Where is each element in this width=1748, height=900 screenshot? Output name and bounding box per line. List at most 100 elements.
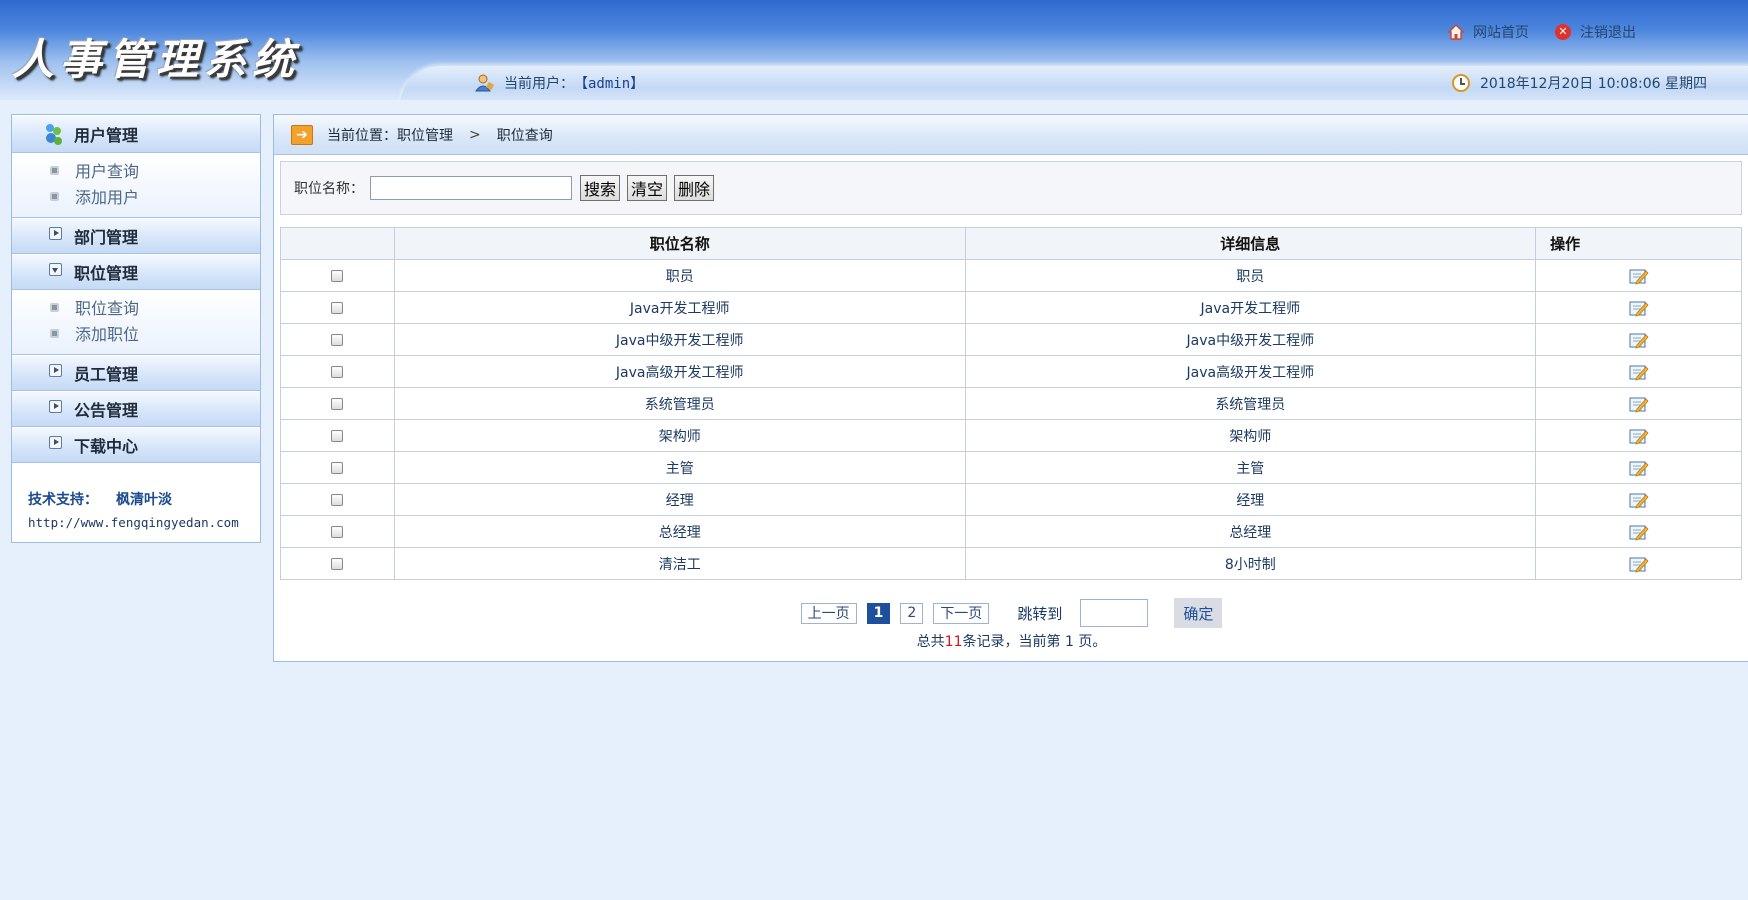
edit-icon[interactable] [1629,395,1649,413]
row-checkbox[interactable] [331,269,344,282]
table-row: 经理 经理 [280,483,1742,516]
edit-icon[interactable] [1629,459,1649,477]
position-name-cell: 主管 [393,451,966,484]
row-checkbox[interactable] [331,301,344,314]
sidebar-menu-downloads[interactable]: 下载中心 [12,427,260,463]
sidebar-menu-users[interactable]: 用户管理 [12,115,260,153]
row-checkbox[interactable] [331,365,344,378]
sidebar-menu-label: 职位管理 [74,264,139,283]
search-label: 职位名称： [294,181,364,197]
jump-page-input[interactable] [1080,599,1149,627]
position-name-cell: 总经理 [393,515,966,548]
edit-icon[interactable] [1629,363,1649,381]
pagination-info-suffix: 页。 [1073,634,1107,650]
edit-icon[interactable] [1629,523,1649,541]
sidebar-item-position-query[interactable]: 职位查询 [12,294,260,320]
clock-icon [1452,74,1470,92]
row-select-cell [280,355,395,388]
sidebar-menu-departments[interactable]: 部门管理 [12,218,260,254]
clear-button[interactable]: 清空 [627,175,668,201]
actions-cell [1535,515,1742,548]
edit-icon[interactable] [1629,427,1649,445]
expand-icon [49,226,62,240]
collapse-icon [49,262,62,276]
prev-page-button[interactable]: 上一页 [800,602,857,624]
sidebar-menu-label: 下载中心 [74,437,139,456]
actions-cell [1535,259,1742,292]
home-link[interactable]: 网站首页 [1448,22,1529,42]
delete-button[interactable]: 删除 [674,175,715,201]
datetime-text: 2018年12月20日 10:08:06 星期四 [1480,76,1708,92]
row-select-cell [280,515,395,548]
row-checkbox[interactable] [331,333,344,346]
column-header-select [280,227,395,260]
page-2-button[interactable]: 2 [900,602,924,624]
position-name-cell: Java高级开发工程师 [393,355,966,388]
sidebar-menu-employees[interactable]: 员工管理 [12,355,260,391]
position-name-cell: Java中级开发工程师 [393,323,966,356]
table-header-row: 职位名称 详细信息 操作 [280,227,1742,260]
actions-cell [1535,547,1742,580]
row-checkbox[interactable] [331,557,344,570]
details-cell: 架构师 [964,419,1537,452]
breadcrumb: ➔ 当前位置：职位管理 > 职位查询 [274,115,1748,155]
table-row: Java高级开发工程师 Java高级开发工程师 [280,355,1742,388]
details-cell: 8小时制 [964,547,1537,580]
current-user-name: 【admin】 [574,76,645,92]
sidebar-item-add-user[interactable]: 添加用户 [12,183,260,209]
tech-support-line: 技术支持： 枫清叶淡 [28,489,260,509]
edit-icon[interactable] [1629,555,1649,573]
row-select-cell [280,483,395,516]
position-name-input[interactable] [370,176,572,200]
tech-support-label: 技术支持： [28,492,98,508]
datetime-display: 2018年12月20日 10:08:06 星期四 [1452,73,1707,93]
sidebar-submenu-users: 用户查询 添加用户 [12,153,260,218]
logout-link[interactable]: ✕ 注销退出 [1555,22,1636,42]
pagination-info-prefix: 总共 [916,634,945,650]
positions-table: 职位名称 详细信息 操作 职员 职员 Java开发工程师 Java开发工程师 Java中… [280,227,1742,580]
actions-cell [1535,355,1742,388]
edit-icon[interactable] [1629,331,1649,349]
table-row: 架构师 架构师 [280,419,1742,452]
row-checkbox[interactable] [331,429,344,442]
row-checkbox[interactable] [331,525,344,538]
sidebar-menu-positions[interactable]: 职位管理 [12,254,260,290]
header: 人事管理系统 网站首页 ✕ 注销退出 当前用户： 【admin】 2018年12… [0,0,1748,100]
actions-cell [1535,323,1742,356]
edit-icon[interactable] [1629,267,1649,285]
confirm-jump-button[interactable]: 确定 [1174,598,1223,628]
details-cell: Java高级开发工程师 [964,355,1537,388]
edit-icon[interactable] [1629,299,1649,317]
next-page-button[interactable]: 下一页 [933,602,990,624]
row-select-cell [280,291,395,324]
pagination-info: 总共11条记录，当前第 1 页。 [274,631,1748,651]
row-checkbox[interactable] [331,461,344,474]
row-checkbox[interactable] [331,493,344,506]
position-name-cell: 架构师 [393,419,966,452]
position-name-cell: 经理 [393,483,966,516]
total-records: 11 [944,634,963,650]
sidebar-item-add-position[interactable]: 添加职位 [12,320,260,346]
row-select-cell [280,547,395,580]
user-icon [475,74,494,92]
bullet-icon [50,165,59,175]
sidebar-item-user-query[interactable]: 用户查询 [12,157,260,183]
sidebar-item-label: 职位查询 [75,299,140,318]
edit-icon[interactable] [1629,491,1649,509]
expand-icon [49,399,62,413]
position-name-cell: 系统管理员 [393,387,966,420]
sidebar-menu-notices[interactable]: 公告管理 [12,391,260,427]
row-checkbox[interactable] [331,397,344,410]
page-1-button[interactable]: 1 [866,602,891,624]
tech-support-url[interactable]: http://www.fengqingyedan.com [28,515,260,530]
column-header-details: 详细信息 [964,227,1537,260]
sidebar: 用户管理 用户查询 添加用户 部门管理 职位管理 职位查询 添加职位 员工管理 [11,114,261,543]
table-row: 职员 职员 [280,259,1742,292]
table-body: 职员 职员 Java开发工程师 Java开发工程师 Java中级开发工程师 Java中级开… [280,259,1742,580]
details-cell: 经理 [964,483,1537,516]
table-row: Java中级开发工程师 Java中级开发工程师 [280,323,1742,356]
close-icon: ✕ [1555,24,1571,40]
search-button[interactable]: 搜索 [580,175,621,201]
position-name-cell: 职员 [393,259,966,292]
sidebar-menu-label: 用户管理 [74,126,139,145]
